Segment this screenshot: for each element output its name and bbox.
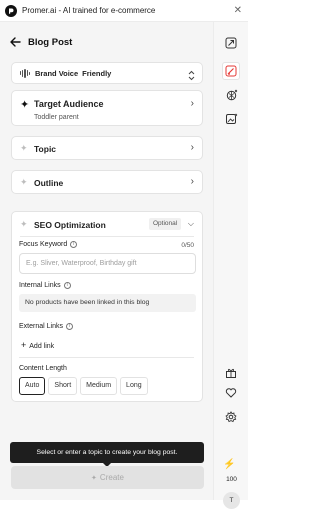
brand-voice-label: Brand Voice xyxy=(34,68,79,78)
avatar[interactable]: T xyxy=(223,492,240,509)
add-link-button[interactable]: + Add link xyxy=(21,340,54,350)
soundwave-icon xyxy=(20,68,30,78)
chevron-updown-icon xyxy=(188,68,195,86)
right-rail: ⚡ 100 T xyxy=(213,22,248,509)
divider xyxy=(19,357,194,358)
focus-keyword-input[interactable]: E.g. Sliver, Waterproof, Birthday gift xyxy=(19,253,196,274)
info-icon[interactable]: i xyxy=(65,323,73,330)
keyword-char-count: 0/50 xyxy=(181,242,194,249)
internal-links-label: Internal Links xyxy=(19,282,61,289)
topic-title: Topic xyxy=(34,144,57,154)
outline-card[interactable]: ✦ Outline › xyxy=(11,170,203,194)
credits-count: 100 xyxy=(226,476,237,483)
openai-icon[interactable] xyxy=(222,86,240,104)
internal-links-empty: No products have been linked in this blo… xyxy=(19,294,196,312)
brand-voice-select[interactable]: Brand Voice Friendly xyxy=(11,62,203,84)
target-audience-card[interactable]: ✦ Target Audience Toddler parent › xyxy=(11,90,203,126)
page-header: Blog Post xyxy=(10,34,72,50)
focus-keyword-label: Focus Keyword xyxy=(19,241,68,248)
image-tool-icon[interactable] xyxy=(222,110,240,128)
chevron-right-icon: › xyxy=(190,176,194,187)
create-button[interactable]: ✦ Create xyxy=(11,466,204,489)
length-option-auto[interactable]: Auto xyxy=(19,377,46,395)
content-length-options: Auto Short Medium Long xyxy=(19,377,148,395)
divider xyxy=(20,236,194,237)
plus-icon: + xyxy=(21,340,27,350)
outline-title: Outline xyxy=(34,178,64,188)
blog-writer-icon[interactable] xyxy=(222,62,240,80)
target-audience-value: Toddler parent xyxy=(34,114,79,121)
lightning-icon: ⚡ xyxy=(223,459,236,470)
brand-voice-value: Friendly xyxy=(82,68,112,78)
create-tooltip: Select or enter a topic to create your b… xyxy=(10,442,204,467)
chevron-right-icon: › xyxy=(190,142,194,153)
external-links-label-row: External Links i xyxy=(19,323,73,330)
heart-icon[interactable] xyxy=(222,384,240,402)
length-option-long[interactable]: Long xyxy=(120,377,148,395)
app-title: Promer.ai - AI trained for e-commerce xyxy=(22,6,156,15)
optional-badge: Optional xyxy=(149,218,182,230)
focus-keyword-label-row: Focus Keyword i xyxy=(19,241,78,248)
seo-optimization-card: ✦ SEO Optimization Optional ⌵ Focus Keyw… xyxy=(11,211,203,402)
sparkle-icon: ✦ xyxy=(91,475,97,482)
length-option-medium[interactable]: Medium xyxy=(80,377,118,395)
app-titlebar: Promer.ai - AI trained for e-commerce ✕ xyxy=(0,0,248,22)
sparkle-icon: ✦ xyxy=(20,143,28,153)
settings-gear-icon[interactable] xyxy=(222,408,240,426)
target-audience-title: Target Audience xyxy=(34,99,104,109)
page-title: Blog Post xyxy=(28,36,73,48)
external-links-label: External Links xyxy=(19,323,63,330)
info-icon[interactable]: i xyxy=(70,241,78,248)
close-icon[interactable]: ✕ xyxy=(234,5,242,17)
promer-logo-icon xyxy=(5,4,17,17)
content-length-label-row: Content Length xyxy=(19,365,67,372)
length-option-short[interactable]: Short xyxy=(48,377,78,395)
back-arrow-icon[interactable] xyxy=(10,36,22,48)
sparkle-icon: ✦ xyxy=(20,99,30,111)
gift-icon[interactable] xyxy=(222,364,240,382)
sparkle-icon: ✦ xyxy=(20,219,28,229)
info-icon[interactable]: i xyxy=(63,282,71,289)
seo-title: SEO Optimization xyxy=(34,220,106,230)
create-button-label: Create xyxy=(99,473,124,482)
internal-links-label-row: Internal Links i xyxy=(19,282,71,289)
content-length-label: Content Length xyxy=(19,365,67,372)
topic-card[interactable]: ✦ Topic › xyxy=(11,136,203,160)
gallery-icon[interactable] xyxy=(222,34,240,52)
sparkle-icon: ✦ xyxy=(20,177,28,187)
chevron-down-icon[interactable]: ⌵ xyxy=(188,220,194,228)
chevron-right-icon: › xyxy=(190,98,194,109)
add-link-label: Add link xyxy=(29,343,55,350)
